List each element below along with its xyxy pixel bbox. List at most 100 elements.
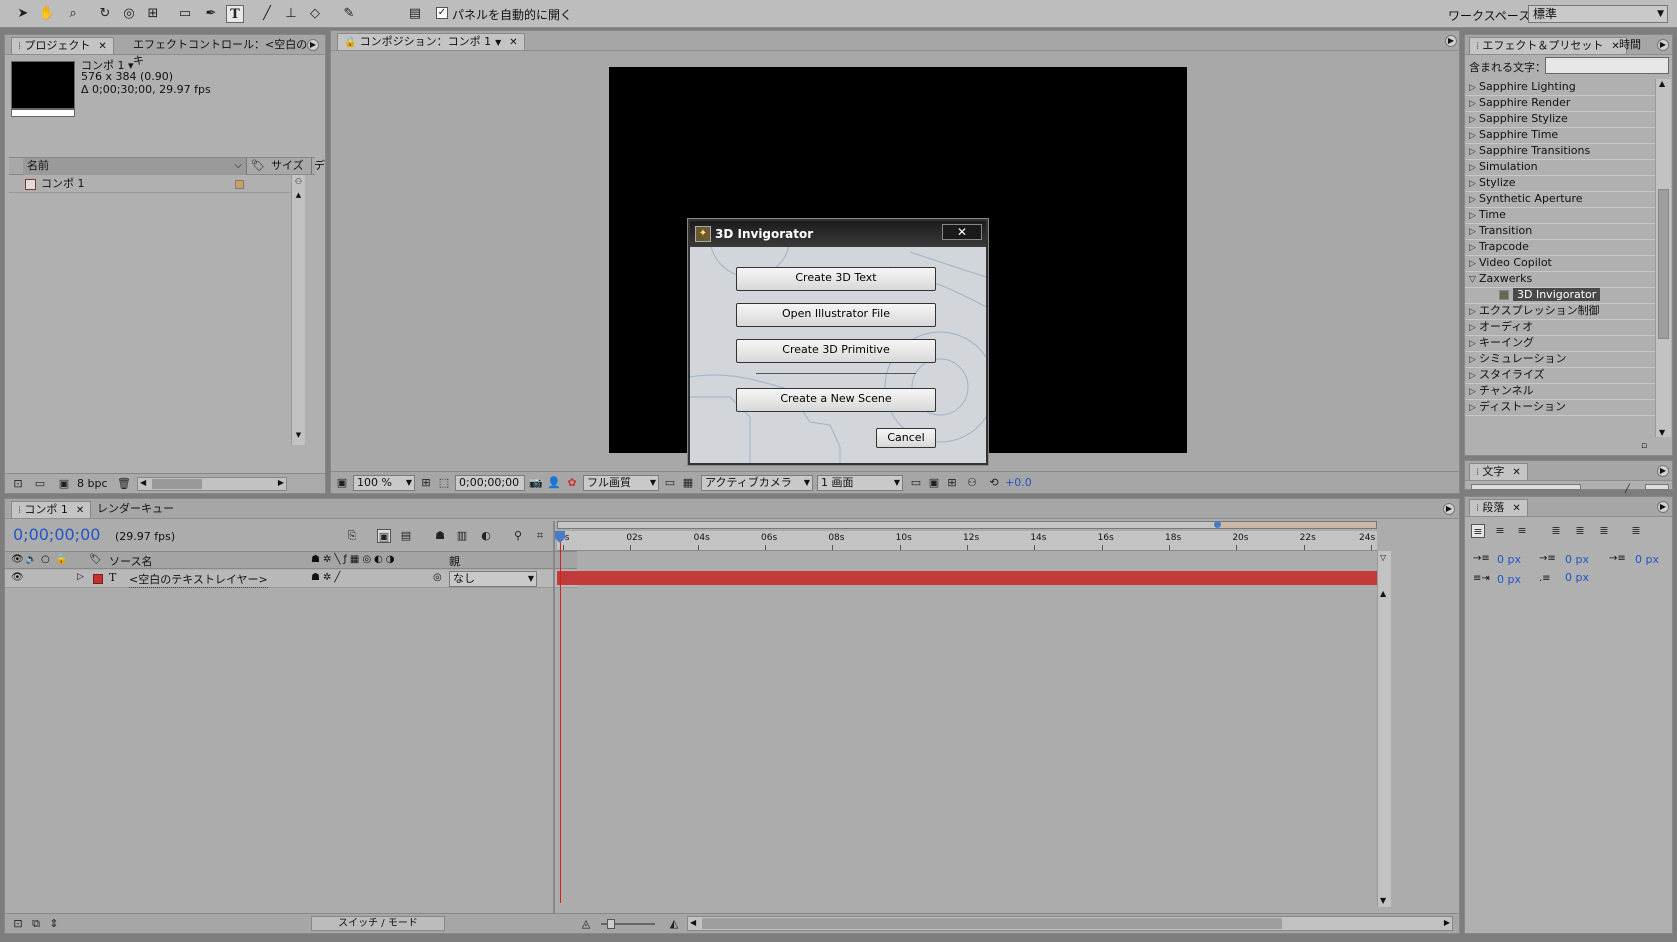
interpret-footage-icon[interactable]: ⊡ xyxy=(11,477,25,491)
collapsed-triangle-icon[interactable]: ▷ xyxy=(1469,192,1479,208)
layer-switches[interactable]: ☗✲╱ xyxy=(311,572,343,583)
collapsed-triangle-icon[interactable]: ▷ xyxy=(1469,112,1479,128)
flowchart-icon[interactable]: ⚇ xyxy=(965,476,979,490)
scroll-up-icon[interactable]: ▲ xyxy=(1659,79,1665,88)
live-update-icon[interactable]: ▣ xyxy=(377,529,391,543)
comp-marker-icon[interactable]: ▽ xyxy=(1380,553,1386,562)
scroll-left-icon[interactable]: ◀ xyxy=(140,478,146,487)
effect-category[interactable]: ▷ チャンネル xyxy=(1465,383,1655,400)
timeline-icon[interactable]: ⊞ xyxy=(945,476,959,490)
zoom-select[interactable]: 100 % ▼ xyxy=(353,475,415,491)
hide-shy-layers-icon[interactable]: ☗ xyxy=(433,529,447,543)
effect-category[interactable]: ▷ Video Copilot xyxy=(1465,255,1655,272)
new-preset-icon[interactable]: ▫ xyxy=(1641,441,1653,451)
eraser-tool-icon[interactable]: ◇ xyxy=(306,5,324,23)
new-comp-icon[interactable]: ▣ xyxy=(57,477,71,491)
solo-icon[interactable]: ○ xyxy=(41,554,50,565)
fast-previews-icon[interactable]: ▣ xyxy=(927,476,941,490)
region-of-interest-icon[interactable]: ▭ xyxy=(663,476,677,490)
create-3d-primitive-button[interactable]: Create 3D Primitive xyxy=(736,339,936,363)
rectangle-mask-tool-icon[interactable]: ▭ xyxy=(176,5,194,23)
scroll-thumb[interactable] xyxy=(152,479,202,489)
collapsed-triangle-icon[interactable]: ▷ xyxy=(1469,208,1479,224)
panel-menu-icon[interactable]: ▶ xyxy=(1443,503,1455,515)
effects-search-input[interactable] xyxy=(1545,57,1669,74)
effect-category[interactable]: ▷ Stylize xyxy=(1465,175,1655,192)
collapsed-triangle-icon[interactable]: ▷ xyxy=(1469,160,1479,176)
label-tag-icon[interactable]: 🏷 xyxy=(89,554,102,565)
layer-label-color[interactable] xyxy=(93,574,103,584)
work-area-bar[interactable] xyxy=(557,521,1377,529)
frame-blending-icon[interactable]: ▥ xyxy=(455,529,469,543)
effect-category[interactable]: ▷ シミュレーション xyxy=(1465,351,1655,368)
effect-category[interactable]: ▷ Trapcode xyxy=(1465,239,1655,256)
dialog-close-button[interactable]: ✕ xyxy=(942,224,982,240)
panel-menu-icon[interactable]: ▶ xyxy=(1657,465,1669,477)
effect-category[interactable]: ▷ Time xyxy=(1465,207,1655,224)
tab-time[interactable]: 時間 xyxy=(1613,37,1647,54)
close-icon[interactable]: ✕ xyxy=(509,37,517,48)
brainstorm-icon[interactable]: ⚲ xyxy=(511,529,525,543)
close-icon[interactable]: ✕ xyxy=(1512,503,1520,514)
effect-category[interactable]: ▷ エクスプレッション制御 xyxy=(1465,303,1655,320)
col-size[interactable]: サイズ xyxy=(271,158,304,174)
indent-first-value[interactable]: 0 px xyxy=(1635,553,1659,566)
collapsed-triangle-icon[interactable]: ▷ xyxy=(1469,304,1479,320)
effect-category[interactable]: ▷ Sapphire Time xyxy=(1465,127,1655,144)
effect-category[interactable]: ▷ Synthetic Aperture xyxy=(1465,191,1655,208)
safe-margins-icon[interactable]: ⊞ xyxy=(419,476,433,490)
expand-transfer-controls-icon[interactable]: ⧉ xyxy=(29,917,43,931)
zoom-out-icon[interactable]: ◬ xyxy=(579,917,593,931)
scroll-down-icon[interactable]: ▼ xyxy=(1380,896,1386,905)
current-time-indicator[interactable] xyxy=(560,531,561,903)
auto-open-checkbox[interactable]: ✓ xyxy=(436,7,448,19)
exposure-value[interactable]: +0.0 xyxy=(1005,476,1032,489)
timeline-scrollbar[interactable]: ▽ ▲ ▼ xyxy=(1377,551,1391,907)
justify-all-icon[interactable]: ≣ xyxy=(1629,524,1643,538)
col-parent[interactable]: 親 xyxy=(449,553,460,569)
resolution-select[interactable]: フル画質 ▼ xyxy=(583,475,659,491)
tab-paragraph[interactable]: ⁞ 段落 ✕ xyxy=(1469,499,1528,516)
text-tool-icon[interactable]: T xyxy=(226,5,244,23)
hand-tool-icon[interactable]: ✋ xyxy=(38,5,56,23)
collapsed-triangle-icon[interactable]: ▷ xyxy=(1469,368,1479,384)
scroll-left-icon[interactable]: ◀ xyxy=(690,918,696,927)
parent-select[interactable]: なし ▼ xyxy=(449,571,537,587)
effect-category[interactable]: ▷ Sapphire Stylize xyxy=(1465,111,1655,128)
puppet-pin-tool-icon[interactable]: ✎ xyxy=(340,5,358,23)
close-icon[interactable]: ✕ xyxy=(1512,467,1520,478)
justify-center-icon[interactable]: ≣ xyxy=(1573,524,1587,538)
layer-name[interactable]: <空白のテキストレイヤー> xyxy=(129,571,268,588)
col-extra[interactable]: デ xyxy=(311,158,325,174)
comp-mini-flowchart-icon[interactable]: ⎘ xyxy=(345,529,359,543)
collapsed-triangle-icon[interactable]: ▷ xyxy=(1469,240,1479,256)
effect-category[interactable]: ▷ スタイライズ xyxy=(1465,367,1655,384)
expanded-triangle-icon[interactable]: ▽ xyxy=(1469,272,1479,288)
tab-effect-controls[interactable]: エフェクトコントロール：<空白のテキ xyxy=(127,37,325,67)
effect-item[interactable]: 3D Invigorator xyxy=(1465,287,1655,304)
switch-mode-toggle[interactable]: スイッチ / モード xyxy=(311,916,445,931)
scroll-thumb[interactable] xyxy=(1658,189,1669,339)
tab-project[interactable]: ⁞ プロジェクト ✕ xyxy=(11,37,114,54)
tab-composition[interactable]: 🔒 コンポジション：コンポ 1 ▼ ✕ xyxy=(337,33,525,50)
project-hscrollbar[interactable]: ◀ ▶ xyxy=(137,477,287,491)
effect-category[interactable]: ▷ Sapphire Lighting xyxy=(1465,79,1655,96)
chevron-down-icon[interactable]: ▼ xyxy=(495,38,501,47)
zoom-slider-thumb[interactable] xyxy=(607,919,615,929)
tab-character[interactable]: ⁞ 文字 ✕ xyxy=(1469,463,1528,480)
snapshot-icon[interactable]: 📷 xyxy=(529,476,543,490)
collapsed-triangle-icon[interactable]: ▷ xyxy=(1469,96,1479,112)
effect-category[interactable]: ▷ Sapphire Render xyxy=(1465,95,1655,112)
effect-category[interactable]: ▷ Simulation xyxy=(1465,159,1655,176)
label-color-swatch[interactable] xyxy=(235,180,244,189)
eye-icon[interactable]: 👁 xyxy=(11,554,24,565)
expand-triangle-icon[interactable]: ▷ xyxy=(77,572,84,582)
timeline-timecode[interactable]: 0;00;00;00 xyxy=(13,525,100,544)
timeline-hscrollbar[interactable]: ◀ ▶ xyxy=(687,916,1453,931)
indent-right-value[interactable]: 0 px xyxy=(1565,553,1589,566)
close-icon[interactable]: ✕ xyxy=(98,41,106,52)
effect-category[interactable]: ▷ Sapphire Transitions xyxy=(1465,143,1655,160)
create-3d-text-button[interactable]: Create 3D Text xyxy=(736,267,936,291)
brush-tool-icon[interactable]: ╱ xyxy=(258,5,276,23)
time-ruler[interactable]: 0s02s04s06s08s10s12s14s16s18s20s22s24s xyxy=(557,531,1377,551)
